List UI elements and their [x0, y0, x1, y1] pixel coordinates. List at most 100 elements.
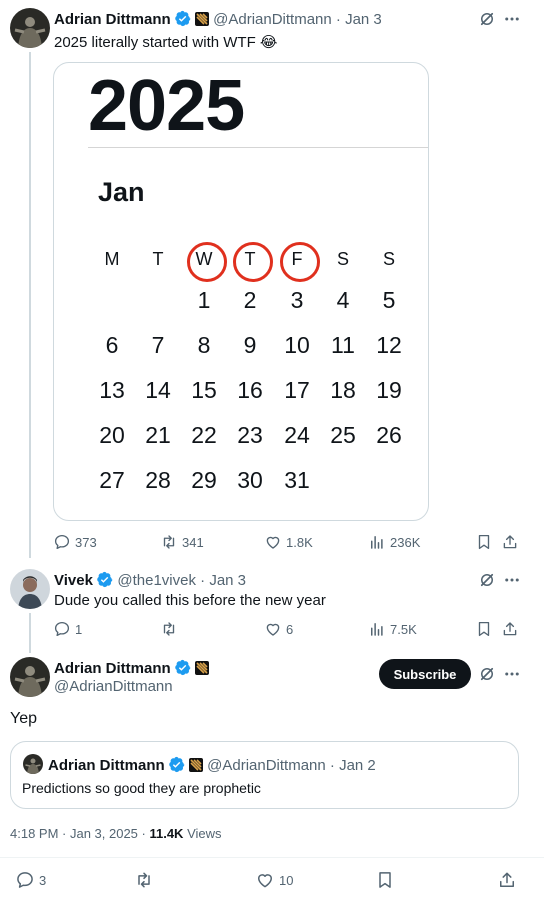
tweet-meta: 4:18 PM · Jan 3, 2025 · 11.4K Views — [10, 826, 222, 841]
calendar-day: 15 — [191, 377, 217, 403]
calendar-day: 24 — [284, 422, 310, 448]
like-icon — [255, 870, 275, 890]
calendar-day: 8 — [197, 332, 211, 358]
quote-author-name: Adrian Dittmann — [48, 757, 165, 774]
subscribe-button[interactable]: Subscribe — [379, 659, 471, 689]
reply-button[interactable]: 1 — [53, 620, 82, 638]
repost-button[interactable] — [160, 620, 182, 638]
affiliate-badge-icon[interactable] — [195, 661, 209, 675]
repost-button[interactable]: 341 — [160, 533, 204, 551]
calendar-day: 9 — [243, 332, 257, 358]
more-icon[interactable] — [503, 665, 521, 683]
bookmark-icon[interactable] — [475, 620, 493, 638]
calendar-day: 26 — [376, 422, 402, 448]
bookmark-icon[interactable] — [375, 870, 395, 890]
author-handle[interactable]: @AdrianDittmann — [54, 678, 173, 695]
calendar-day: 14 — [145, 377, 171, 403]
calendar-day: 25 — [330, 422, 356, 448]
avatar[interactable] — [10, 8, 50, 48]
reply-count: 373 — [75, 534, 97, 550]
repost-icon — [160, 533, 178, 551]
calendar-day: 27 — [99, 467, 125, 493]
calendar-weekday: T — [152, 249, 164, 269]
share-icon[interactable] — [501, 533, 519, 551]
views-count: 11.4K — [149, 826, 184, 841]
author-handle-time[interactable]: @AdrianDittmann · Jan 3 — [213, 11, 382, 28]
reply-button[interactable]: 3 — [15, 870, 46, 890]
calendar-divider — [88, 147, 428, 148]
calendar-day: 17 — [284, 377, 310, 403]
thread-line — [29, 52, 31, 558]
calendar-day: 16 — [237, 377, 263, 403]
calendar-day: 11 — [331, 332, 355, 358]
bookmark-icon[interactable] — [475, 533, 493, 551]
reply-count: 3 — [39, 872, 47, 888]
views-count: 236K — [390, 534, 421, 550]
calendar-day: 21 — [145, 422, 171, 448]
main-author: Adrian Dittmann — [54, 659, 209, 678]
avatar[interactable] — [10, 569, 50, 609]
calendar-day: 2 — [243, 287, 257, 313]
author-name[interactable]: Vivek — [54, 572, 93, 589]
views-button[interactable]: 7.5K — [368, 620, 417, 638]
author-name[interactable]: Adrian Dittmann — [54, 11, 171, 28]
share-icon[interactable] — [497, 870, 517, 890]
author-handle-time[interactable]: @the1vivek · Jan 3 — [117, 572, 246, 589]
verified-badge-icon — [174, 10, 191, 27]
calendar-day: 5 — [382, 287, 396, 313]
like-button[interactable]: 6 — [264, 620, 293, 638]
repost-icon — [160, 620, 178, 638]
like-icon — [264, 533, 282, 551]
repost-count: 341 — [182, 534, 204, 550]
reply-count: 1 — [75, 621, 83, 637]
calendar-day: 1 — [197, 287, 211, 313]
quote-text: Predictions so good they are prophetic — [22, 780, 261, 796]
author-name[interactable]: Adrian Dittmann — [54, 660, 171, 677]
more-icon[interactable] — [503, 10, 521, 28]
affiliate-badge-icon[interactable] — [195, 12, 209, 26]
tweet-media-calendar[interactable]: 2025 Jan MTWTFSS 1 2 3 4 5 6 7 8 9 10 11 12 13 14 15 16… — [53, 62, 429, 521]
calendar-day: 28 — [145, 467, 171, 493]
avatar[interactable] — [10, 657, 50, 697]
calendar-day: 6 — [105, 332, 119, 358]
views-button[interactable]: 236K — [368, 533, 420, 551]
calendar-day: 31 — [284, 467, 310, 493]
more-icon[interactable] — [503, 571, 521, 589]
calendar-day: 30 — [237, 467, 263, 493]
share-icon[interactable] — [501, 620, 519, 638]
grok-icon[interactable] — [478, 10, 496, 28]
like-button[interactable]: 1.8K — [264, 533, 313, 551]
avatar — [23, 754, 43, 774]
reply-icon — [53, 533, 71, 551]
calendar-month: Jan — [98, 177, 145, 207]
like-count: 6 — [286, 621, 294, 637]
calendar-day: 12 — [376, 332, 402, 358]
like-icon — [264, 620, 282, 638]
repost-icon — [134, 870, 154, 890]
views-label: Views — [183, 826, 222, 841]
calendar-weekday: W — [181, 241, 227, 282]
calendar-weekday: M — [104, 249, 120, 269]
grok-icon[interactable] — [478, 665, 496, 683]
calendar-year: 2025 — [88, 66, 245, 146]
reply-icon — [53, 620, 71, 638]
reply-button[interactable]: 373 — [53, 533, 97, 551]
calendar-weekday: F — [274, 241, 320, 282]
calendar-day: 4 — [336, 287, 350, 313]
views-count: 7.5K — [390, 621, 417, 637]
calendar-weekday: T — [227, 241, 273, 282]
thread-line — [29, 613, 31, 653]
verified-badge-icon — [174, 659, 191, 676]
calendar-day: 20 — [99, 422, 125, 448]
calendar-day: 23 — [237, 422, 263, 448]
repost-button[interactable] — [134, 870, 158, 890]
timestamp[interactable]: 4:18 PM · Jan 3, 2025 · — [10, 826, 149, 841]
quoted-tweet[interactable]: Adrian Dittmann @AdrianDittmann · Jan 2 … — [10, 741, 519, 809]
tweet-text: Yep — [10, 710, 37, 727]
calendar-weekday: S — [336, 249, 349, 269]
grok-icon[interactable] — [478, 571, 496, 589]
divider — [0, 857, 544, 858]
affiliate-badge-icon — [189, 758, 203, 772]
like-button[interactable]: 10 — [255, 870, 293, 890]
calendar-day: 22 — [191, 422, 217, 448]
